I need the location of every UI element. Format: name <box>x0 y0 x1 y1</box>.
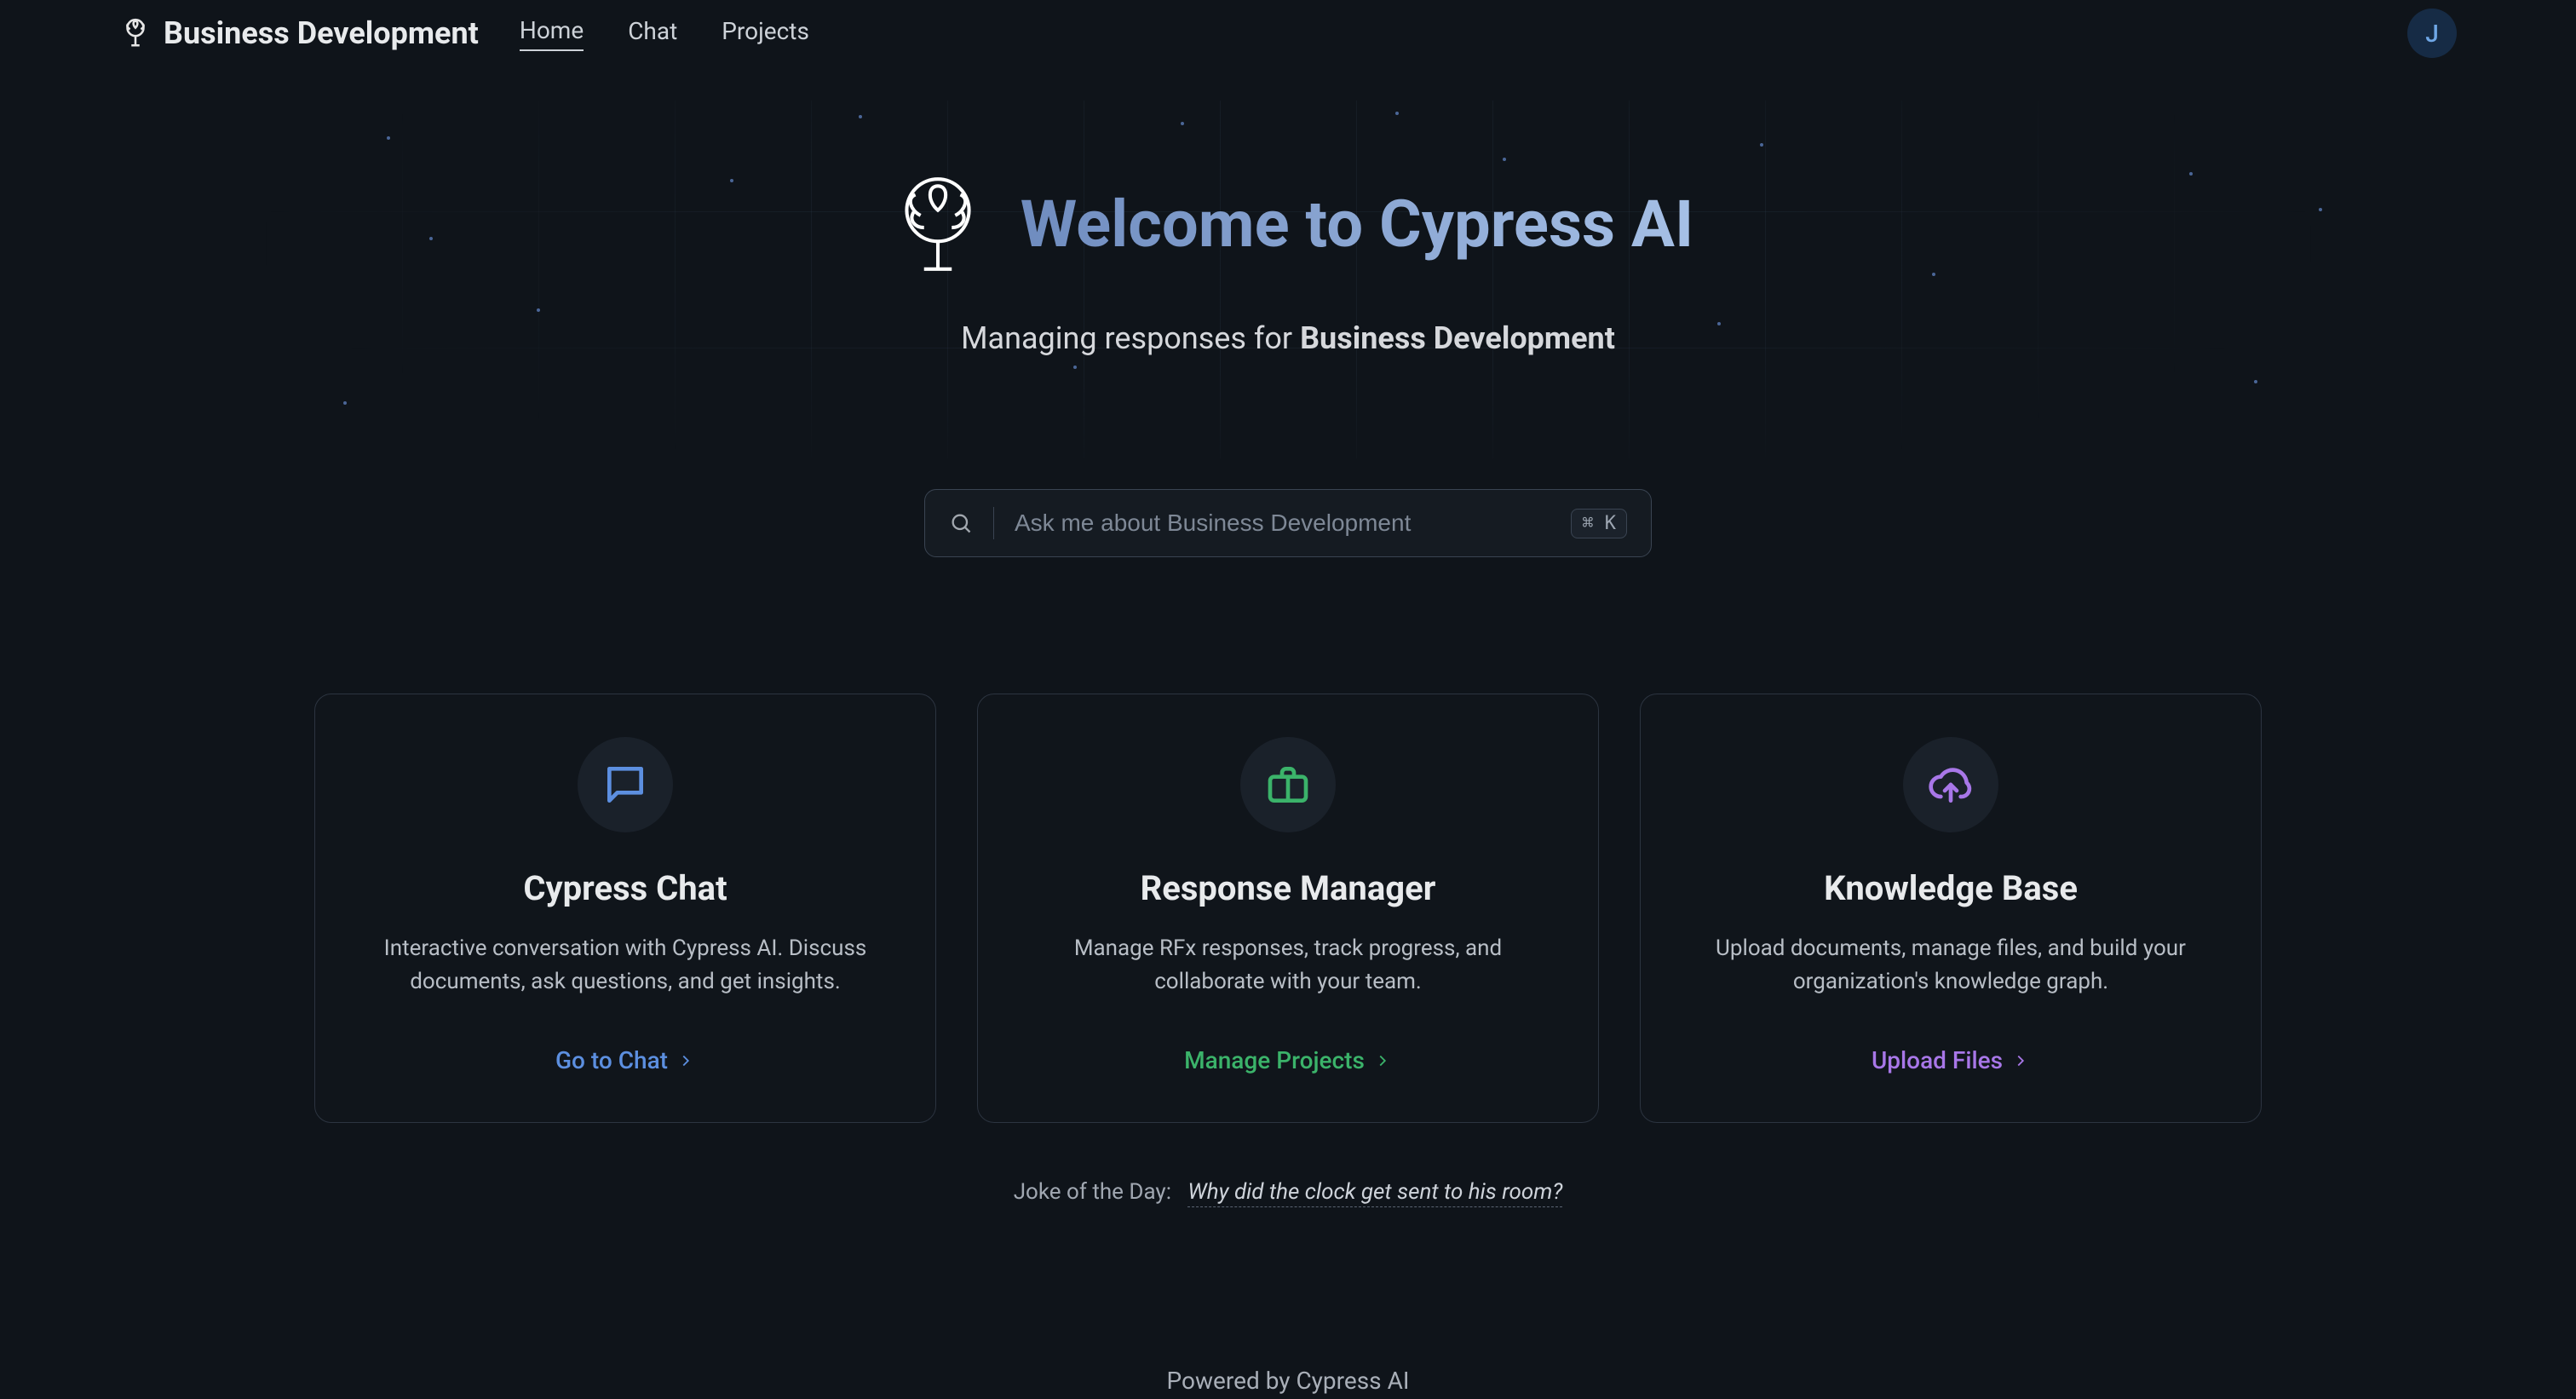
briefcase-icon <box>1240 737 1336 832</box>
card-desc: Manage RFx responses, track progress, an… <box>1021 932 1555 999</box>
card-link-label: Upload Files <box>1872 1046 2003 1074</box>
joke-of-the-day: Joke of the Day: Why did the clock get s… <box>0 1179 2576 1205</box>
card-link-label: Go to Chat <box>555 1046 668 1074</box>
joke-label: Joke of the Day: <box>1014 1179 1171 1205</box>
card-cypress-chat: Cypress Chat Interactive conversation wi… <box>314 694 936 1123</box>
hero-title: Welcome to Cypress AI <box>1021 186 1693 262</box>
hero-subtitle-org: Business Development <box>1300 320 1615 356</box>
card-desc: Interactive conversation with Cypress AI… <box>358 932 893 999</box>
feature-cards: Cypress Chat Interactive conversation wi… <box>0 694 2576 1123</box>
main-nav: Home Chat Projects <box>520 16 809 51</box>
nav-projects[interactable]: Projects <box>722 17 809 50</box>
cloud-upload-icon <box>1903 737 1998 832</box>
search-shortcut: ⌘ K <box>1571 509 1627 538</box>
hero-section: Welcome to Cypress AI Managing responses… <box>215 101 2361 458</box>
card-response-manager: Response Manager Manage RFx responses, t… <box>977 694 1599 1123</box>
go-to-chat-link[interactable]: Go to Chat <box>555 1046 695 1074</box>
brand[interactable]: Business Development <box>119 15 479 51</box>
chevron-right-icon <box>2011 1051 2030 1070</box>
search-input[interactable] <box>1015 510 1550 537</box>
search-bar[interactable]: ⌘ K <box>924 489 1652 557</box>
card-title: Knowledge Base <box>1683 868 2218 908</box>
search-divider <box>993 507 994 539</box>
card-title: Cypress Chat <box>358 868 893 908</box>
message-square-icon <box>578 737 673 832</box>
card-title: Response Manager <box>1021 868 1555 908</box>
nav-home[interactable]: Home <box>520 16 584 51</box>
chevron-right-icon <box>1373 1051 1392 1070</box>
hero-tree-icon <box>883 169 993 279</box>
search-wrap: ⌘ K <box>924 489 1652 557</box>
brand-name: Business Development <box>164 15 479 51</box>
card-link-label: Manage Projects <box>1184 1046 1365 1074</box>
search-icon <box>949 511 973 535</box>
brand-tree-icon <box>119 17 152 49</box>
footer-text: Powered by Cypress AI <box>0 1367 2576 1395</box>
card-desc: Upload documents, manage files, and buil… <box>1683 932 2218 999</box>
card-knowledge-base: Knowledge Base Upload documents, manage … <box>1640 694 2262 1123</box>
header-bar: Business Development Home Chat Projects … <box>0 0 2576 66</box>
joke-setup[interactable]: Why did the clock get sent to his room? <box>1187 1179 1562 1207</box>
nav-chat[interactable]: Chat <box>628 17 677 50</box>
avatar[interactable]: J <box>2407 9 2457 58</box>
hero-subtitle: Managing responses for Business Developm… <box>215 320 2361 356</box>
header-left: Business Development Home Chat Projects <box>119 15 809 51</box>
hero-subtitle-prefix: Managing responses for <box>961 320 1300 356</box>
upload-files-link[interactable]: Upload Files <box>1872 1046 2030 1074</box>
chevron-right-icon <box>676 1051 695 1070</box>
manage-projects-link[interactable]: Manage Projects <box>1184 1046 1392 1074</box>
